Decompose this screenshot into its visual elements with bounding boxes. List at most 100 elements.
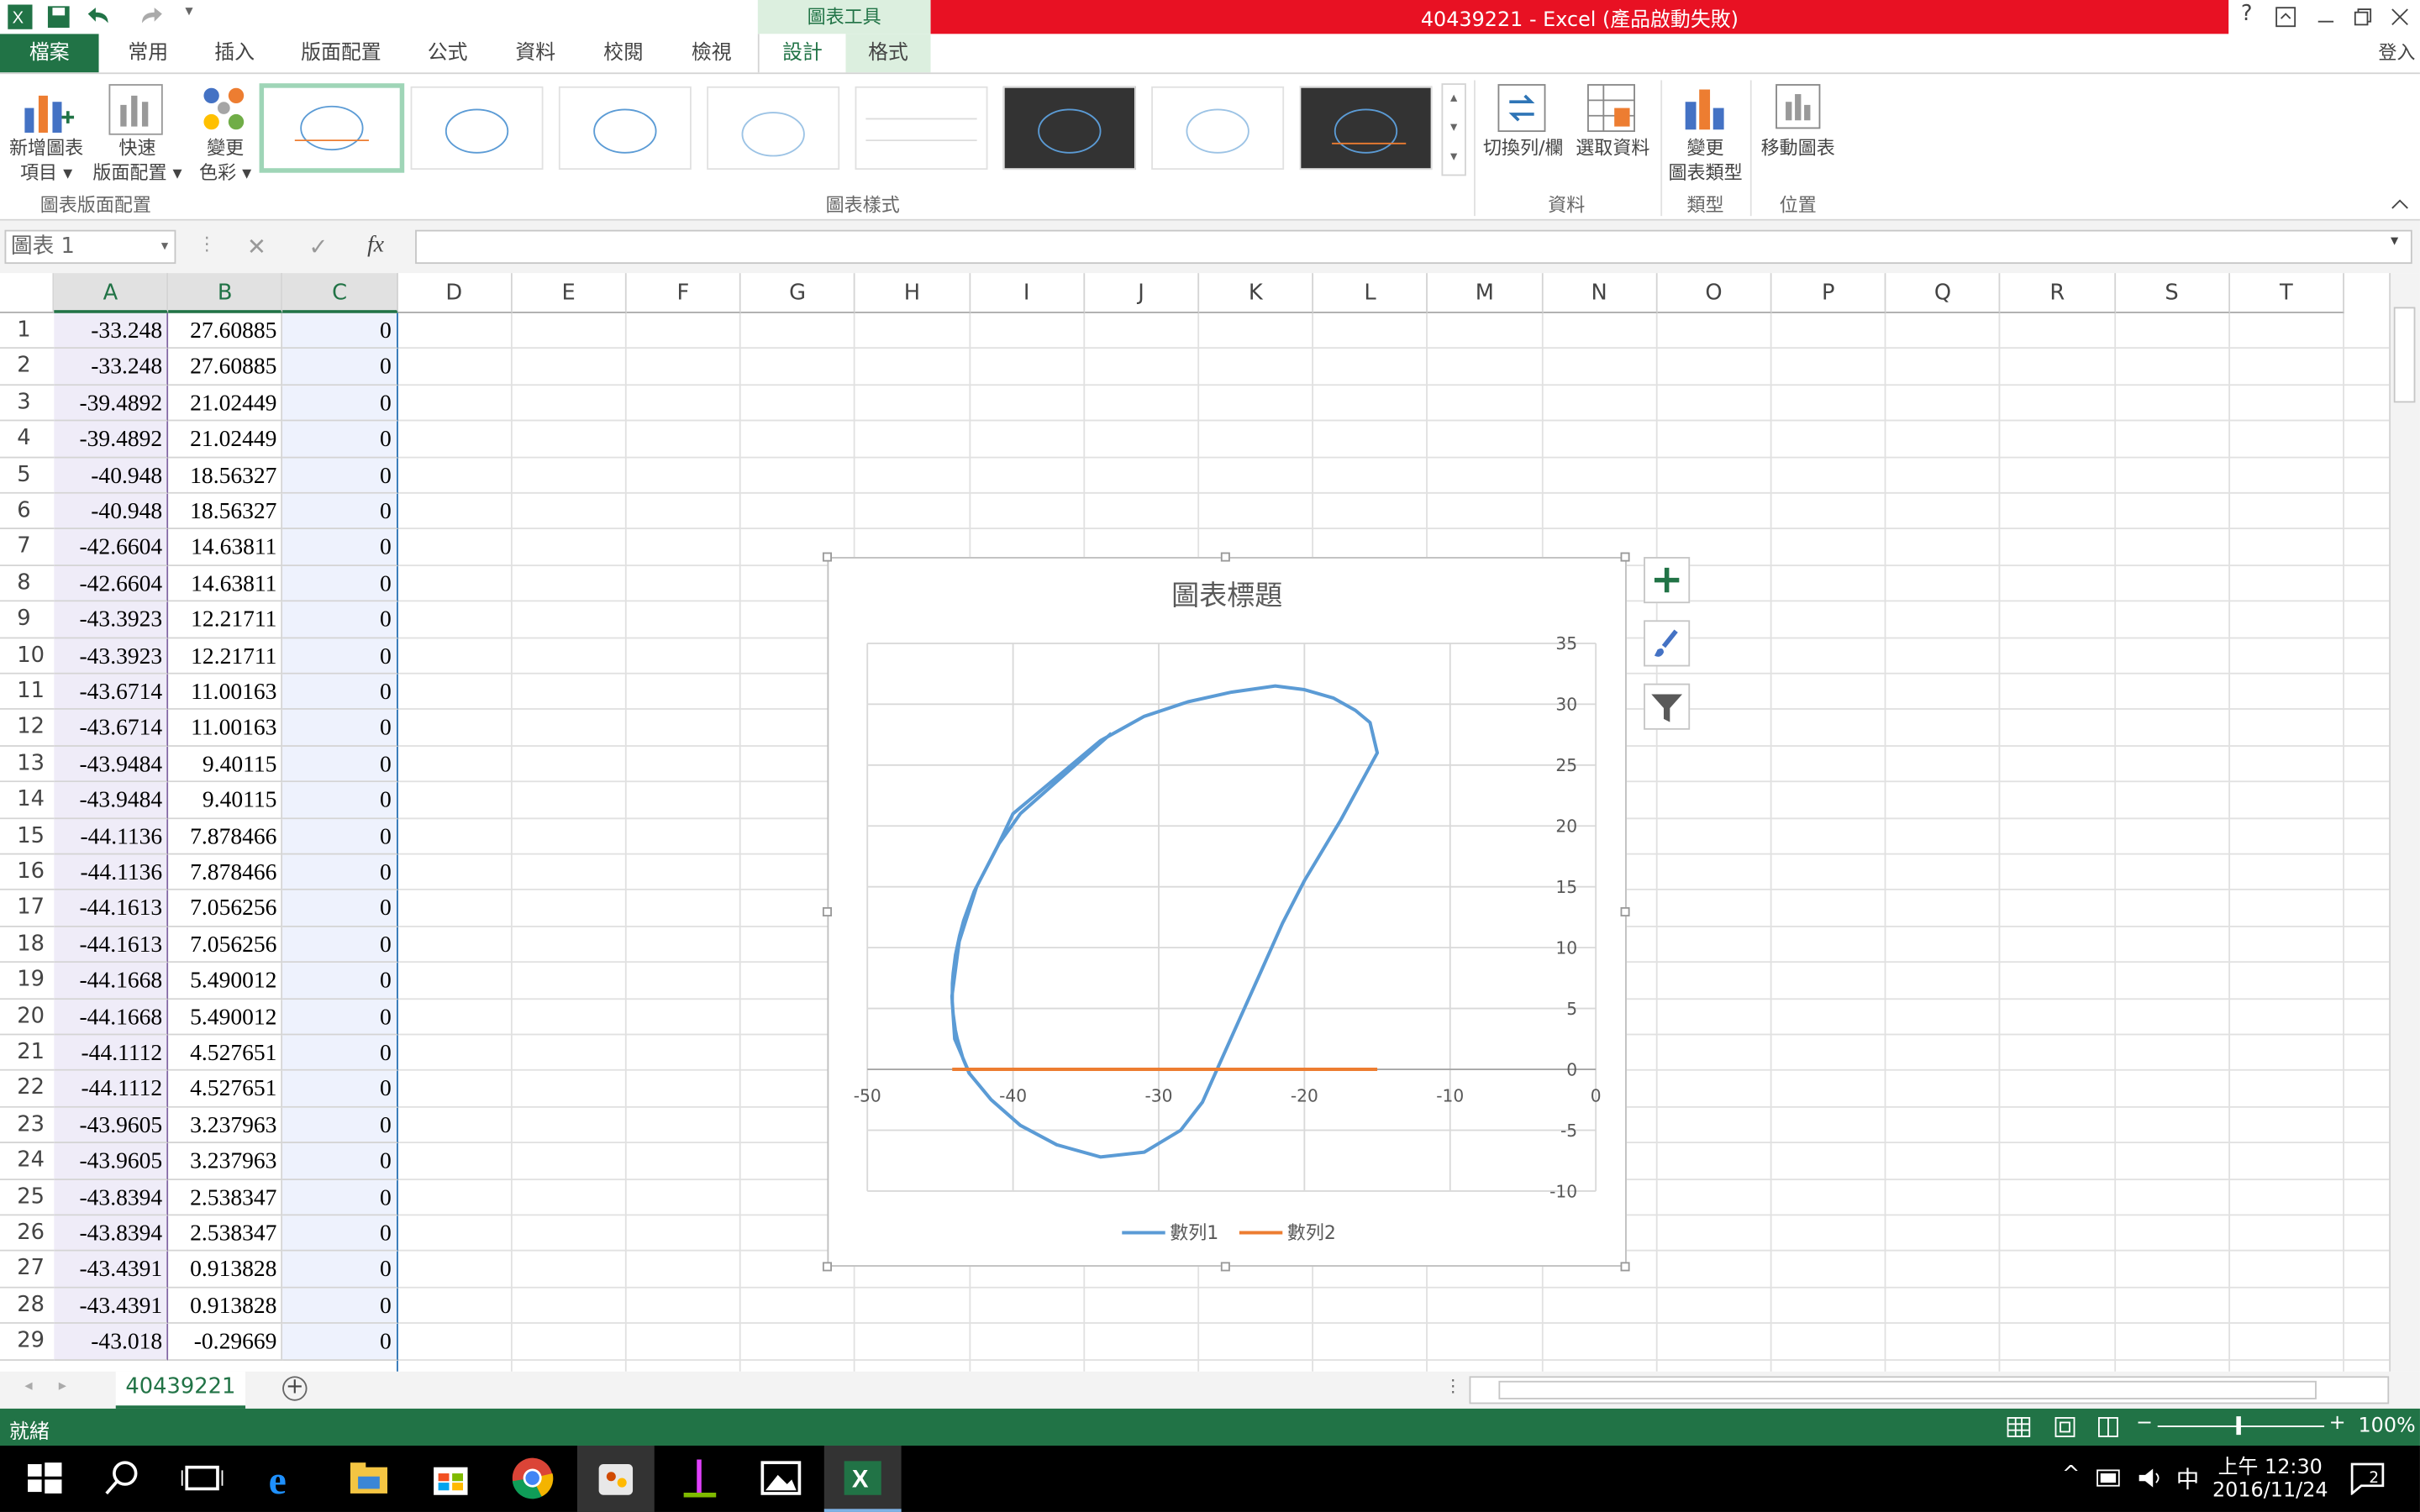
chart-style-8[interactable] <box>1299 86 1433 171</box>
excel-app-icon[interactable]: X <box>8 4 33 29</box>
cell-b[interactable]: 14.63811 <box>168 565 283 602</box>
row-header[interactable]: 21 <box>0 1035 55 1072</box>
cell-a[interactable]: -43.9484 <box>54 746 169 783</box>
ime-indicator[interactable]: 中 <box>2176 1462 2200 1495</box>
cell-b[interactable]: 7.056256 <box>168 927 283 963</box>
column-header-s[interactable]: S <box>2115 273 2230 313</box>
cell-c[interactable]: 0 <box>282 1324 398 1361</box>
cell-a[interactable]: -43.4391 <box>54 1288 169 1325</box>
clock-date[interactable]: 2016/11/24 <box>2210 1479 2330 1503</box>
chart-legend[interactable]: 數列1 數列2 <box>1122 1223 1336 1244</box>
zoom-out-button[interactable]: − <box>2136 1412 2153 1436</box>
add-chart-element-label-2[interactable]: 項目 ▾ <box>6 160 87 185</box>
column-header-o[interactable]: O <box>1657 273 1772 313</box>
resize-handle[interactable] <box>822 552 832 562</box>
cell-a[interactable]: -42.6604 <box>54 529 169 566</box>
row-header[interactable]: 26 <box>0 1215 55 1252</box>
select-all-corner[interactable] <box>0 273 55 313</box>
excel-taskbar-icon[interactable]: X <box>839 1455 886 1501</box>
cell-a[interactable]: -33.248 <box>54 312 169 349</box>
horizontal-scrollbar[interactable] <box>1469 1376 2390 1404</box>
tab-file[interactable]: 檔案 <box>0 34 99 73</box>
cell-c[interactable]: 0 <box>282 1071 398 1108</box>
page-layout-view-icon[interactable] <box>2053 1415 2077 1439</box>
row-header[interactable]: 3 <box>0 385 55 422</box>
cell-c[interactable]: 0 <box>282 529 398 566</box>
cell-c[interactable]: 0 <box>282 1143 398 1180</box>
column-header-f[interactable]: F <box>626 273 741 313</box>
cell-b[interactable]: 18.56327 <box>168 457 283 494</box>
cell-b[interactable]: 7.056256 <box>168 890 283 927</box>
edge-icon[interactable]: e <box>262 1455 308 1501</box>
cell-c[interactable]: 0 <box>282 349 398 386</box>
switch-row-column-button[interactable]: 切換列/欄 <box>1476 136 1571 160</box>
horizontal-scroll-thumb[interactable] <box>1498 1380 2317 1399</box>
resize-handle[interactable] <box>822 906 832 916</box>
row-header[interactable]: 29 <box>0 1324 55 1361</box>
quick-layout-label-1[interactable]: 快速 <box>99 136 176 160</box>
quick-layout-label-2[interactable]: 版面配置 ▾ <box>87 160 188 185</box>
cell-c[interactable]: 0 <box>282 421 398 458</box>
cell-c[interactable]: 0 <box>282 927 398 963</box>
cell-b[interactable]: 7.878466 <box>168 818 283 855</box>
cell-a[interactable]: -39.4892 <box>54 421 169 458</box>
change-chart-type-label-2[interactable]: 圖表類型 <box>1660 160 1750 185</box>
column-header-r[interactable]: R <box>2001 273 2116 313</box>
row-header[interactable]: 15 <box>0 818 55 855</box>
row-header[interactable]: 6 <box>0 493 55 530</box>
cell-a[interactable]: -43.8394 <box>54 1179 169 1216</box>
resize-handle[interactable] <box>822 1262 832 1272</box>
row-header[interactable]: 17 <box>0 890 55 927</box>
cell-c[interactable]: 0 <box>282 890 398 927</box>
resize-handle[interactable] <box>1620 552 1630 562</box>
column-header-q[interactable]: Q <box>1886 273 2002 313</box>
cell-a[interactable]: -42.6604 <box>54 565 169 602</box>
cell-c[interactable]: 0 <box>282 601 398 638</box>
zoom-level[interactable]: 100% <box>2358 1415 2415 1438</box>
change-colors-icon[interactable] <box>197 83 250 135</box>
cell-a[interactable]: -44.1136 <box>54 818 169 855</box>
cell-b[interactable]: 11.00163 <box>168 674 283 711</box>
tab-insert[interactable]: 插入 <box>197 34 271 72</box>
cell-c[interactable]: 0 <box>282 1215 398 1252</box>
prev-sheet-icon[interactable]: ◂ <box>24 1378 32 1394</box>
chart-style-1[interactable] <box>259 83 405 173</box>
notification-icon[interactable] <box>2349 1461 2386 1495</box>
volume-icon[interactable] <box>2136 1466 2164 1490</box>
row-header[interactable]: 11 <box>0 674 55 711</box>
next-sheet-icon[interactable]: ▸ <box>59 1378 66 1394</box>
ribbon-display-icon[interactable] <box>2275 6 2296 28</box>
cell-a[interactable]: -44.1668 <box>54 963 169 1000</box>
cell-c[interactable]: 0 <box>282 493 398 530</box>
cell-a[interactable]: -43.9484 <box>54 782 169 819</box>
row-header[interactable]: 28 <box>0 1288 55 1325</box>
move-chart-button[interactable]: 移動圖表 <box>1753 136 1843 160</box>
cell-b[interactable]: 11.00163 <box>168 710 283 747</box>
column-header-h[interactable]: H <box>855 273 971 313</box>
vertical-scroll-thumb[interactable] <box>2393 307 2416 403</box>
row-header[interactable]: 8 <box>0 565 55 602</box>
store-icon[interactable] <box>428 1455 474 1501</box>
cell-b[interactable]: -0.29669 <box>168 1324 283 1361</box>
column-header-j[interactable]: J <box>1084 273 1200 313</box>
cell-c[interactable]: 0 <box>282 1035 398 1072</box>
row-header[interactable]: 24 <box>0 1143 55 1180</box>
cell-a[interactable]: -43.3923 <box>54 601 169 638</box>
column-header-i[interactable]: I <box>970 273 1085 313</box>
change-chart-type-icon[interactable] <box>1682 83 1725 133</box>
column-header-a[interactable]: A <box>54 273 169 313</box>
minimize-icon[interactable] <box>2315 6 2337 28</box>
chart-style-5[interactable] <box>855 86 988 171</box>
cell-c[interactable]: 0 <box>282 1107 398 1144</box>
cell-c[interactable]: 0 <box>282 457 398 494</box>
select-data-button[interactable]: 選取資料 <box>1568 136 1658 160</box>
cell-a[interactable]: -44.1668 <box>54 999 169 1036</box>
page-break-view-icon[interactable] <box>2096 1415 2120 1439</box>
switch-row-column-icon[interactable] <box>1497 83 1547 133</box>
column-header-k[interactable]: K <box>1199 273 1314 313</box>
row-header[interactable]: 14 <box>0 782 55 819</box>
row-header[interactable]: 1 <box>0 312 55 349</box>
save-icon[interactable] <box>46 5 71 29</box>
quick-layout-icon[interactable] <box>108 83 164 135</box>
cell-c[interactable]: 0 <box>282 818 398 855</box>
